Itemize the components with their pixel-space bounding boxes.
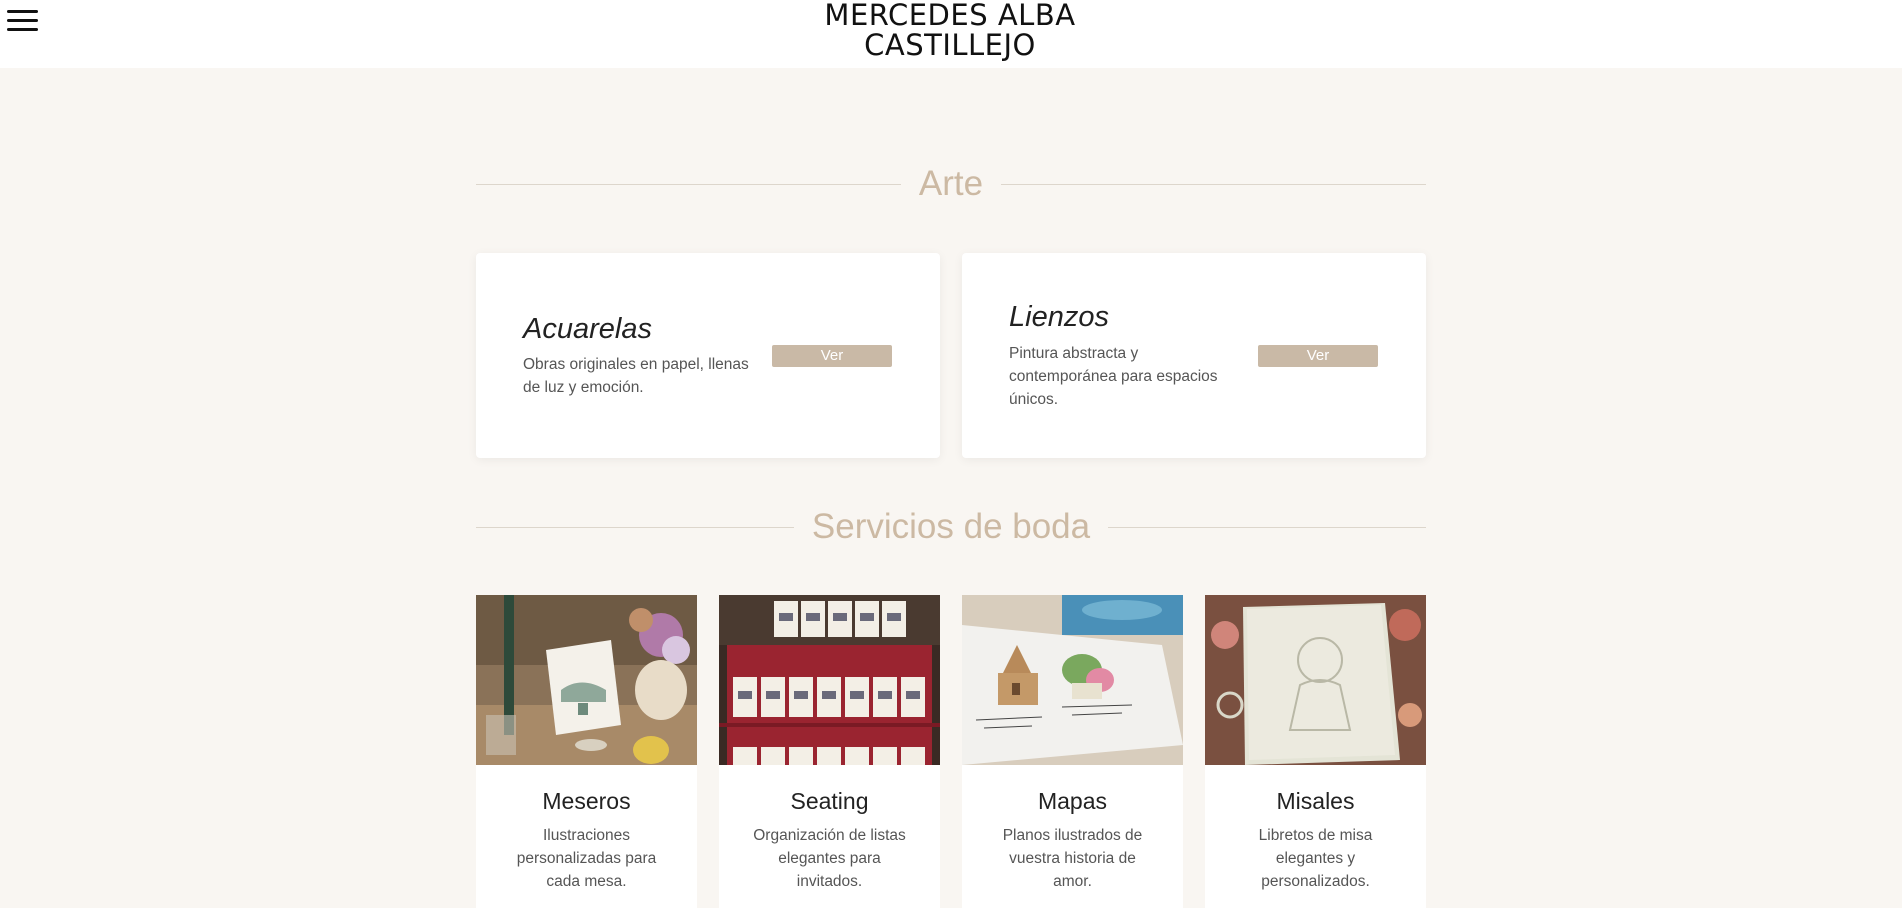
ver-acuarelas-button[interactable]: Ver bbox=[772, 345, 892, 367]
service-description: Ilustraciones personalizadas para cada m… bbox=[516, 827, 657, 890]
logo-line-1: MERCEDES ALBA bbox=[824, 0, 1076, 32]
divider bbox=[1108, 526, 1427, 528]
section-title-boda: Servicios de boda bbox=[476, 502, 1427, 552]
service-card-mapas[interactable]: Mapas Planos ilustrados de vuestra histo… bbox=[962, 595, 1183, 908]
seating-photo bbox=[719, 595, 940, 765]
service-card-seating[interactable]: Seating Organización de listas elegantes… bbox=[719, 595, 940, 908]
card-description: Obras originales en papel, llenas de luz… bbox=[523, 356, 749, 396]
service-title: Meseros bbox=[542, 788, 631, 814]
service-description: Organización de listas elegantes para in… bbox=[753, 827, 906, 890]
service-title: Misales bbox=[1276, 788, 1355, 814]
card-title: Lienzos bbox=[1009, 301, 1109, 333]
card-description: Pintura abstracta y contemporánea para e… bbox=[1009, 345, 1218, 408]
site-logo[interactable]: MERCEDES ALBA CASTILLEJO bbox=[800, 0, 1100, 60]
misales-photo bbox=[1205, 595, 1426, 765]
mapas-photo bbox=[962, 595, 1183, 765]
ver-lienzos-button[interactable]: Ver bbox=[1258, 345, 1378, 367]
section-heading: Arte bbox=[918, 164, 984, 203]
service-card-misales[interactable]: Misales Libretos de misa elegantes y per… bbox=[1205, 595, 1426, 908]
divider bbox=[1001, 183, 1427, 185]
card-title: Acuarelas bbox=[523, 313, 652, 345]
section-title-arte: Arte bbox=[476, 159, 1427, 209]
service-description: Libretos de misa elegantes y personaliza… bbox=[1258, 827, 1373, 890]
site-header: MERCEDES ALBA CASTILLEJO bbox=[0, 0, 1902, 68]
section-heading: Servicios de boda bbox=[811, 507, 1091, 546]
card-acuarelas: Acuarelas Obras originales en papel, lle… bbox=[476, 253, 940, 458]
service-card-meseros[interactable]: Meseros Ilustraciones personalizadas par… bbox=[476, 595, 697, 908]
service-title: Mapas bbox=[1037, 788, 1108, 814]
divider bbox=[476, 183, 901, 185]
service-title: Seating bbox=[790, 788, 869, 814]
hamburger-menu-icon[interactable] bbox=[7, 8, 38, 32]
meseros-photo bbox=[476, 595, 697, 765]
divider bbox=[476, 526, 794, 528]
card-lienzos: Lienzos Pintura abstracta y contemporáne… bbox=[962, 253, 1426, 458]
service-description: Planos ilustrados de vuestra historia de… bbox=[1002, 827, 1143, 890]
logo-line-2: CASTILLEJO bbox=[864, 28, 1036, 62]
